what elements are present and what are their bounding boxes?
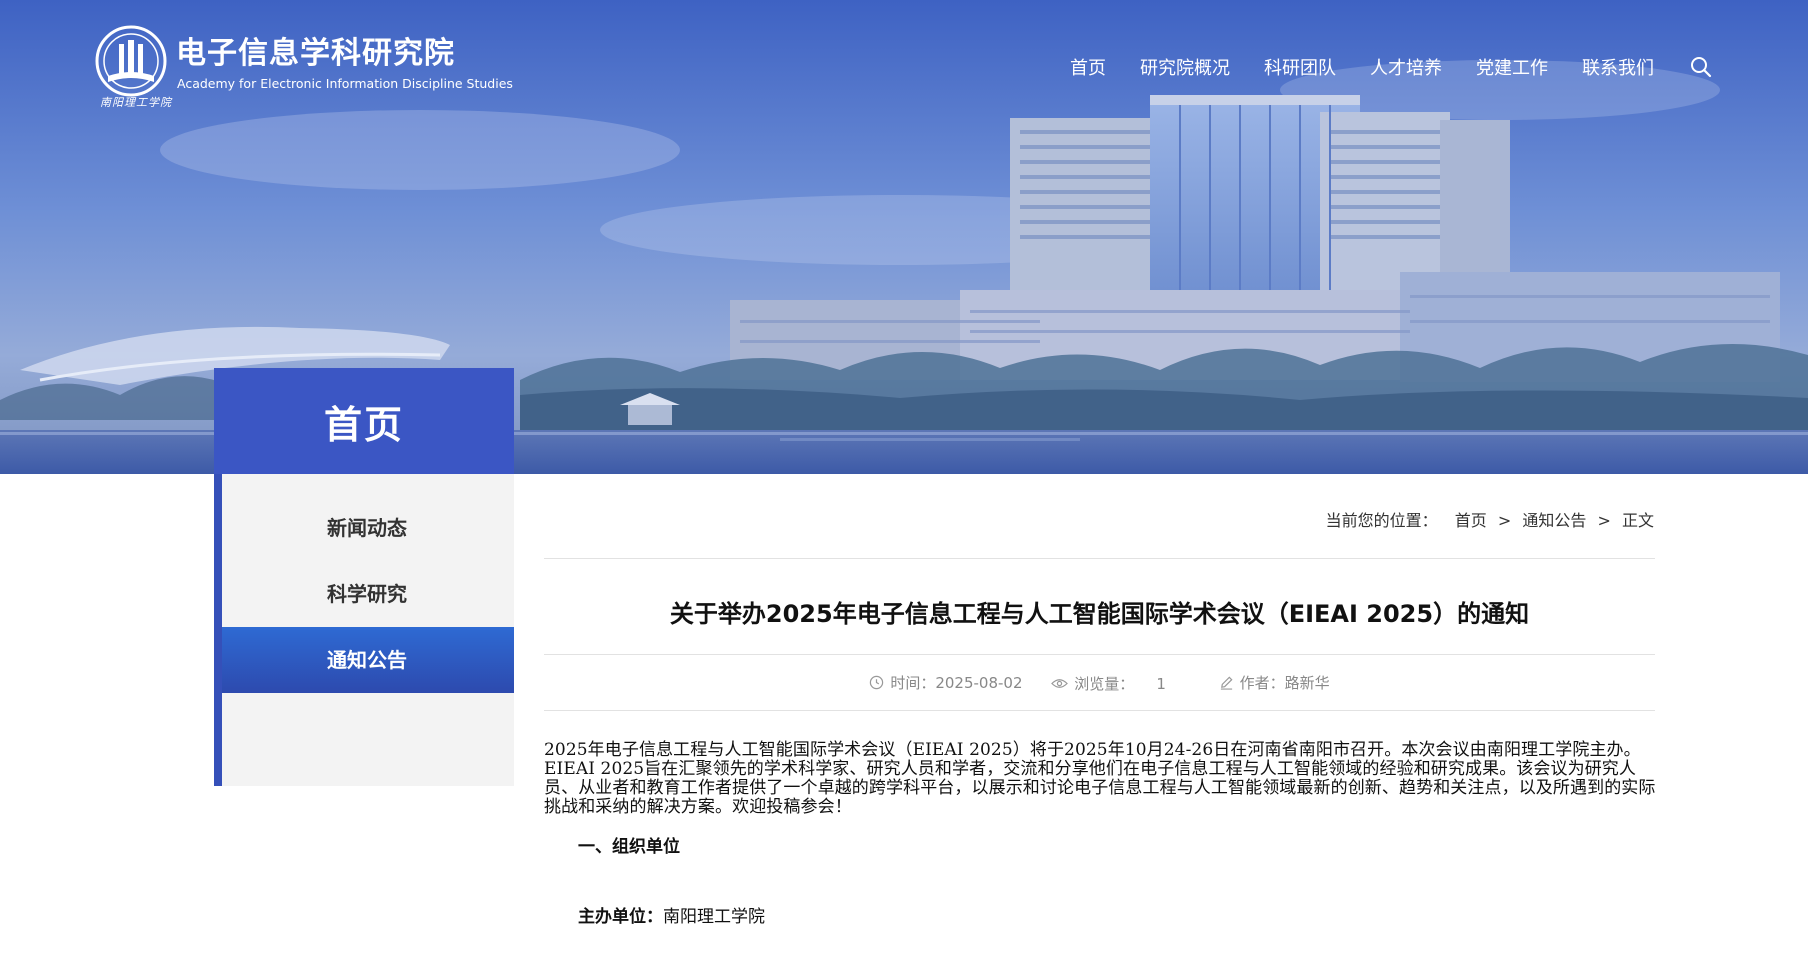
article-meta: 时间： 2025-08-02 浏览量： 1 作者： 路新华 bbox=[544, 672, 1655, 694]
organizer-label: 主办单位： bbox=[578, 907, 663, 927]
breadcrumb-label: 当前您的位置： bbox=[1325, 511, 1438, 530]
organizer-value: 南阳理工学院 bbox=[663, 907, 765, 927]
search-icon[interactable] bbox=[1690, 56, 1712, 78]
logo-subtitle-en: Academy for Electronic Information Disci… bbox=[177, 76, 513, 91]
breadcrumb-separator: > bbox=[1497, 511, 1512, 530]
main-nav: 首页 研究院概况 科研团队 人才培养 党建工作 联系我们 bbox=[1036, 54, 1712, 80]
pencil-icon bbox=[1220, 676, 1233, 690]
breadcrumb-current: 正文 bbox=[1621, 511, 1654, 530]
sidebar-menu: 新闻动态 科学研究 通知公告 bbox=[214, 474, 514, 786]
nav-item-home[interactable]: 首页 bbox=[1070, 54, 1106, 80]
nav-item-contact[interactable]: 联系我们 bbox=[1582, 54, 1654, 80]
sidebar-item-research[interactable]: 科学研究 bbox=[222, 561, 514, 627]
logo-school-script: 南阳理工学院 bbox=[100, 96, 172, 109]
nav-item-about[interactable]: 研究院概况 bbox=[1140, 54, 1230, 80]
meta-time-label: 时间： bbox=[890, 674, 936, 692]
nav-item-talent[interactable]: 人才培养 bbox=[1370, 54, 1442, 80]
sidebar-item-notices[interactable]: 通知公告 bbox=[222, 627, 514, 693]
article-body: 2025年电子信息工程与人工智能国际学术会议（EIEAI 2025）将于2025… bbox=[544, 740, 1656, 817]
organizer-line: 主办单位：南阳理工学院 bbox=[578, 902, 765, 927]
divider bbox=[544, 710, 1655, 711]
sidebar-item-news[interactable]: 新闻动态 bbox=[222, 495, 514, 561]
clock-icon bbox=[870, 675, 884, 690]
breadcrumb-separator: > bbox=[1597, 511, 1611, 530]
meta-views: 浏览量： 1 bbox=[1051, 673, 1166, 694]
article-title: 关于举办2025年电子信息工程与人工智能国际学术会议（EIEAI 2025）的通… bbox=[669, 600, 1530, 628]
site-logo[interactable]: 南阳理工学院 电子信息学科研究院 Academy for Electronic … bbox=[92, 24, 513, 114]
eye-icon bbox=[1051, 679, 1069, 688]
breadcrumb-home[interactable]: 首页 bbox=[1455, 511, 1487, 530]
logo-title: 电子信息学科研究院 bbox=[176, 36, 455, 71]
section-heading: 一、组织单位 bbox=[578, 837, 680, 857]
meta-views-label: 浏览量： bbox=[1074, 675, 1135, 693]
breadcrumb: 当前您的位置： 首页 > 通知公告 > 正文 bbox=[1326, 507, 1654, 531]
divider bbox=[544, 654, 1655, 655]
nav-item-party[interactable]: 党建工作 bbox=[1476, 54, 1548, 80]
meta-time-value: 2025-08-02 bbox=[935, 673, 1023, 692]
nav-item-research-team[interactable]: 科研团队 bbox=[1264, 54, 1336, 80]
breadcrumb-notices[interactable]: 通知公告 bbox=[1522, 511, 1586, 530]
meta-author: 作者： 路新华 bbox=[1219, 672, 1330, 693]
divider bbox=[544, 558, 1655, 559]
school-emblem-icon bbox=[95, 25, 167, 97]
sidebar-title: 首页 bbox=[214, 368, 514, 474]
meta-time: 时间： 2025-08-02 bbox=[869, 672, 1023, 693]
meta-views-value: 1 bbox=[1156, 674, 1166, 693]
meta-author-value: 路新华 bbox=[1284, 674, 1330, 692]
meta-author-label: 作者： bbox=[1239, 674, 1285, 692]
